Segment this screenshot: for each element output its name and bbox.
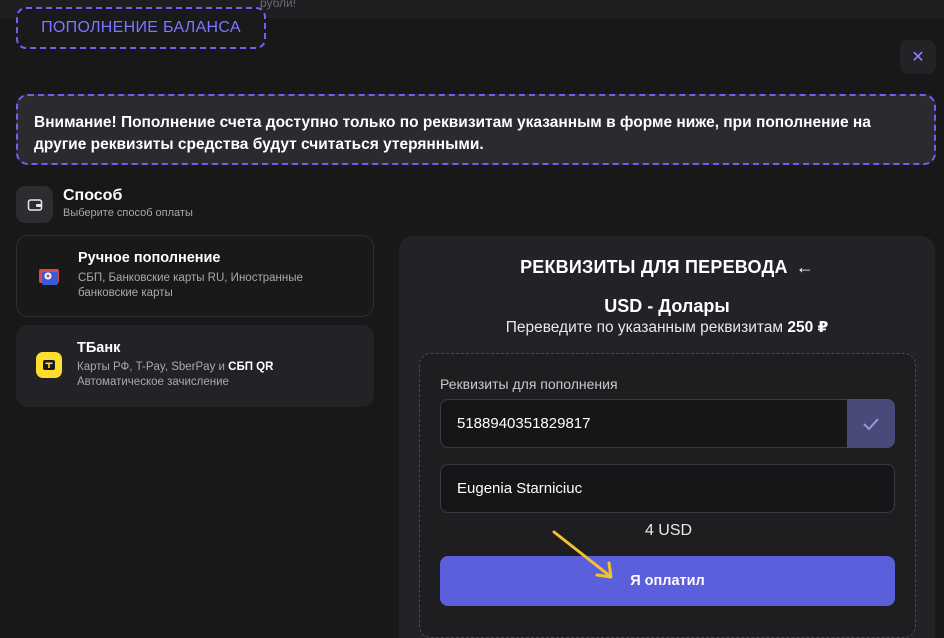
requisites-panel: РЕКВИЗИТЫ ДЛЯ ПЕРЕВОДА ← USD - Долары Пер… (399, 236, 935, 638)
warning-banner: Внимание! Пополнение счета доступно толь… (16, 94, 936, 165)
background-text: рубли! (260, 0, 297, 10)
method-subtitle: Выберите способ оплаты (63, 207, 193, 219)
option-desc-line2: Автоматическое зачисление (77, 376, 229, 388)
instruction-text: Переведите по указанным реквизитам (505, 319, 788, 336)
close-icon: ✕ (911, 49, 925, 66)
panel-heading: РЕКВИЗИТЫ ДЛЯ ПЕРЕВОДА ← (399, 257, 935, 278)
option-title: ТБанк (77, 340, 121, 356)
option-description: СБП, Банковские карты RU, Иностранные ба… (78, 272, 303, 299)
close-button[interactable]: ✕ (900, 40, 936, 74)
amount-label: 4 USD (644, 522, 693, 539)
currency-label: USD - Долары (604, 296, 730, 316)
back-arrow-icon[interactable]: ← (796, 257, 814, 277)
card-number-value: 5188940351829817 (457, 415, 591, 432)
option-desc-bold: СБП QR (228, 361, 274, 373)
requisites-box: Реквизиты для пополнения 518894035182981… (419, 353, 916, 638)
page-title: ПОПОЛНЕНИЕ БАЛАНСА (16, 7, 266, 49)
option-description: Карты РФ, T-Pay, SberPay и СБП QR Автома… (77, 360, 357, 390)
card-number-field[interactable]: 5188940351829817 (440, 399, 895, 448)
panel-heading-text: РЕКВИЗИТЫ ДЛЯ ПЕРЕВОДА (520, 257, 788, 277)
holder-name-field[interactable]: Eugenia Starniciuc (440, 464, 895, 513)
payment-option-tbank[interactable]: ТБанк Карты РФ, T-Pay, SberPay и СБП QR … (16, 325, 374, 407)
checkmark-icon (863, 417, 879, 430)
holder-name-value: Eugenia Starniciuc (457, 480, 583, 497)
option-title: Ручное пополнение (78, 250, 221, 266)
bank-card-icon (37, 264, 63, 290)
copy-confirm-button[interactable] (847, 399, 895, 448)
tbank-logo-icon (36, 352, 62, 378)
wallet-icon (16, 186, 53, 223)
instruction-amount: 250 ₽ (787, 319, 829, 336)
transfer-instruction: Переведите по указанным реквизитам 250 ₽ (399, 318, 935, 337)
method-title: Способ (63, 187, 123, 204)
requisites-label: Реквизиты для пополнения (440, 376, 618, 392)
i-paid-button[interactable]: Я оплатил (440, 556, 895, 606)
option-desc-text: Карты РФ, T-Pay, SberPay и (77, 361, 229, 373)
warning-text: Внимание! Пополнение счета доступно толь… (34, 114, 871, 153)
payment-option-manual[interactable]: Ручное пополнение СБП, Банковские карты … (16, 235, 374, 317)
